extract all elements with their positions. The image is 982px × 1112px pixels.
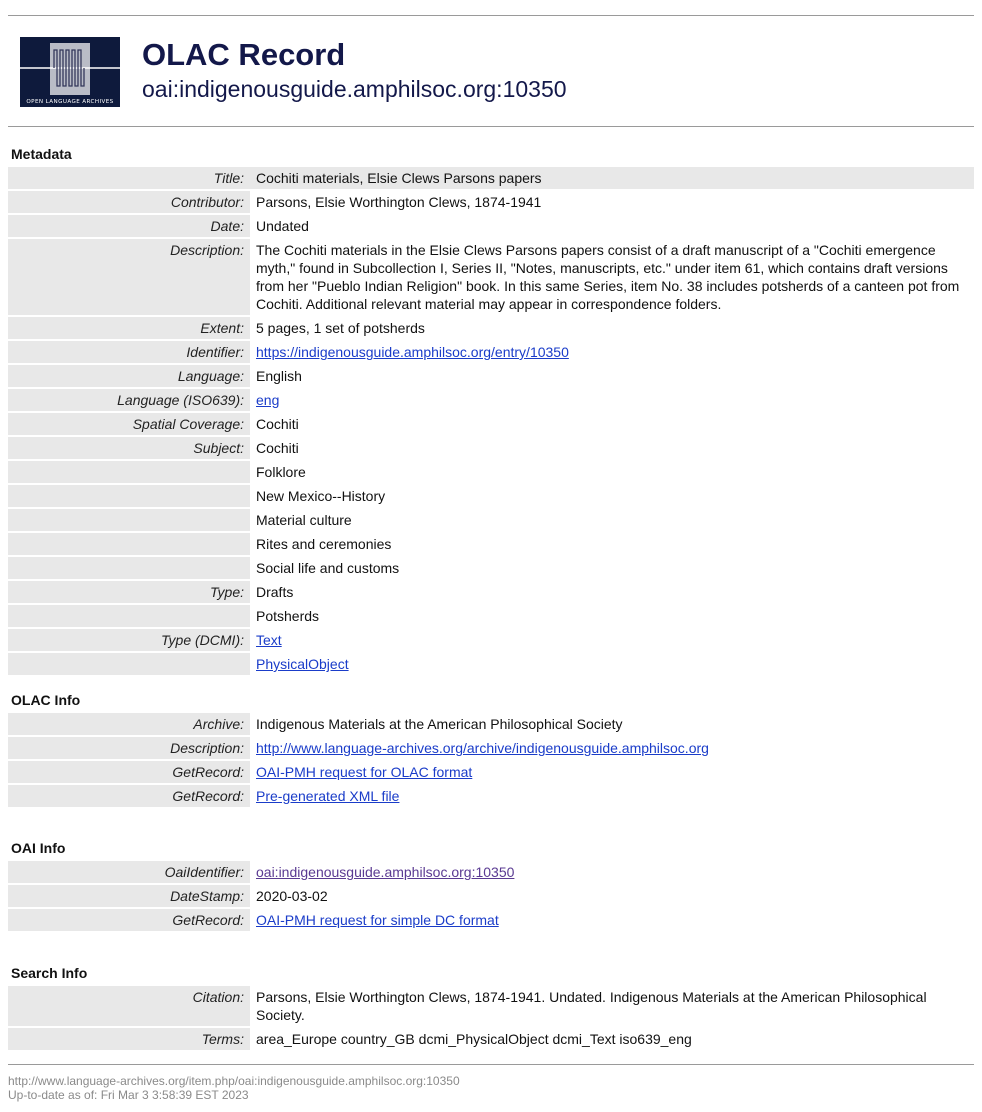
table-row: Extent: 5 pages, 1 set of potsherds xyxy=(8,317,974,339)
oai-identifier-link[interactable]: oai:indigenousguide.amphilsoc.org:10350 xyxy=(256,864,514,880)
field-label: Date: xyxy=(8,215,250,237)
table-row: GetRecord: OAI-PMH request for simple DC… xyxy=(8,909,974,931)
field-label: OaiIdentifier: xyxy=(8,861,250,883)
field-label: Contributor: xyxy=(8,191,250,213)
field-label: Type (DCMI): xyxy=(8,629,250,651)
olac-info-table: Archive: Indigenous Materials at the Ame… xyxy=(8,711,974,809)
table-row: Language: English xyxy=(8,365,974,387)
field-label: GetRecord: xyxy=(8,785,250,807)
subject-value: New Mexico--History xyxy=(256,488,386,504)
footer-url: http://www.language-archives.org/item.ph… xyxy=(8,1074,460,1088)
type-dcmi-link[interactable]: Text xyxy=(256,632,282,648)
archive-value: Indigenous Materials at the American Phi… xyxy=(256,716,623,732)
subject-value: Cochiti xyxy=(256,440,299,456)
field-label: Title: xyxy=(8,167,250,189)
olac-logo-icon xyxy=(20,37,120,107)
table-row: Social life and customs xyxy=(8,557,974,579)
getrecord-olac-link[interactable]: OAI-PMH request for OLAC format xyxy=(256,764,472,780)
citation-value: Parsons, Elsie Worthington Clews, 1874-1… xyxy=(256,989,927,1023)
table-row: Title: Cochiti materials, Elsie Clews Pa… xyxy=(8,167,974,189)
field-label: DateStamp: xyxy=(8,885,250,907)
table-row: Date: Undated xyxy=(8,215,974,237)
table-row: Rites and ceremonies xyxy=(8,533,974,555)
spatial-value: Cochiti xyxy=(256,416,299,432)
table-row: Description: http://www.language-archive… xyxy=(8,737,974,759)
table-row: DateStamp: 2020-03-02 xyxy=(8,885,974,907)
table-row: OaiIdentifier: oai:indigenousguide.amphi… xyxy=(8,861,974,883)
field-label: Description: xyxy=(8,737,250,759)
table-row: GetRecord: Pre-generated XML file xyxy=(8,785,974,807)
title-value: Cochiti materials, Elsie Clews Parsons p… xyxy=(250,167,974,189)
metadata-heading: Metadata xyxy=(11,146,72,162)
page-footer: http://www.language-archives.org/item.ph… xyxy=(8,1074,460,1102)
table-row: Description: The Cochiti materials in th… xyxy=(8,239,974,315)
table-row: Terms: area_Europe country_GB dcmi_Physi… xyxy=(8,1028,974,1050)
table-row: GetRecord: OAI-PMH request for OLAC form… xyxy=(8,761,974,783)
extent-value: 5 pages, 1 set of potsherds xyxy=(256,320,425,336)
search-info-heading: Search Info xyxy=(11,965,88,981)
getrecord-dc-link[interactable]: OAI-PMH request for simple DC format xyxy=(256,912,499,928)
table-row: Contributor: Parsons, Elsie Worthington … xyxy=(8,191,974,213)
top-divider xyxy=(8,15,974,16)
footer-updated: Up-to-date as of: Fri Mar 3 3:58:39 EST … xyxy=(8,1088,249,1102)
field-label: GetRecord: xyxy=(8,761,250,783)
table-row: Language (ISO639): eng xyxy=(8,389,974,411)
table-row: Type (DCMI): Text xyxy=(8,629,974,651)
page-subtitle: oai:indigenousguide.amphilsoc.org:10350 xyxy=(142,76,567,102)
table-row: Type: Drafts xyxy=(8,581,974,603)
field-label: Language: xyxy=(8,365,250,387)
table-row: Identifier: https://indigenousguide.amph… xyxy=(8,341,974,363)
oai-info-heading: OAI Info xyxy=(11,840,66,856)
oai-info-table: OaiIdentifier: oai:indigenousguide.amphi… xyxy=(8,859,974,933)
archive-description-link[interactable]: http://www.language-archives.org/archive… xyxy=(256,740,709,756)
olac-info-heading: OLAC Info xyxy=(11,692,81,708)
date-value: Undated xyxy=(256,218,309,234)
page-header: OPEN LANGUAGE ARCHIVES OLAC Record oai:i… xyxy=(20,37,567,109)
olac-logo[interactable]: OPEN LANGUAGE ARCHIVES xyxy=(20,37,120,107)
getrecord-xml-link[interactable]: Pre-generated XML file xyxy=(256,788,399,804)
field-label: Terms: xyxy=(8,1028,250,1050)
table-row: Folklore xyxy=(8,461,974,483)
search-info-table: Citation: Parsons, Elsie Worthington Cle… xyxy=(8,984,974,1052)
language-iso-link[interactable]: eng xyxy=(256,392,279,408)
type-value: Potsherds xyxy=(256,608,320,624)
footer-divider xyxy=(8,1064,974,1065)
metadata-table: Title: Cochiti materials, Elsie Clews Pa… xyxy=(8,165,974,677)
field-label: Archive: xyxy=(8,713,250,735)
datestamp-value: 2020-03-02 xyxy=(256,888,328,904)
table-row: Subject: Cochiti xyxy=(8,437,974,459)
table-row: New Mexico--History xyxy=(8,485,974,507)
contributor-value: Parsons, Elsie Worthington Clews, 1874-1… xyxy=(256,194,542,210)
identifier-link[interactable]: https://indigenousguide.amphilsoc.org/en… xyxy=(256,344,569,360)
description-value: The Cochiti materials in the Elsie Clews… xyxy=(256,242,960,312)
table-row: Archive: Indigenous Materials at the Ame… xyxy=(8,713,974,735)
page-title: OLAC Record xyxy=(142,37,346,72)
field-label: Extent: xyxy=(8,317,250,339)
table-row: Citation: Parsons, Elsie Worthington Cle… xyxy=(8,986,974,1026)
table-row: Spatial Coverage: Cochiti xyxy=(8,413,974,435)
subject-value: Rites and ceremonies xyxy=(256,536,392,552)
table-row: Potsherds xyxy=(8,605,974,627)
type-value: Drafts xyxy=(256,584,294,600)
field-label: Type: xyxy=(8,581,250,603)
subject-value: Social life and customs xyxy=(256,560,400,576)
field-label: Language (ISO639): xyxy=(8,389,250,411)
field-label: Subject: xyxy=(8,437,250,459)
field-label: GetRecord: xyxy=(8,909,250,931)
field-label: Citation: xyxy=(8,986,250,1026)
logo-text: OPEN LANGUAGE ARCHIVES xyxy=(26,99,114,105)
field-label: Spatial Coverage: xyxy=(8,413,250,435)
table-row: Material culture xyxy=(8,509,974,531)
header-divider xyxy=(8,126,974,127)
table-row: PhysicalObject xyxy=(8,653,974,675)
subject-value: Material culture xyxy=(256,512,352,528)
subject-value: Folklore xyxy=(256,464,306,480)
language-value: English xyxy=(256,368,302,384)
type-dcmi-link[interactable]: PhysicalObject xyxy=(256,656,349,672)
field-label: Description: xyxy=(8,239,250,315)
terms-value: area_Europe country_GB dcmi_PhysicalObje… xyxy=(256,1031,692,1047)
field-label: Identifier: xyxy=(8,341,250,363)
